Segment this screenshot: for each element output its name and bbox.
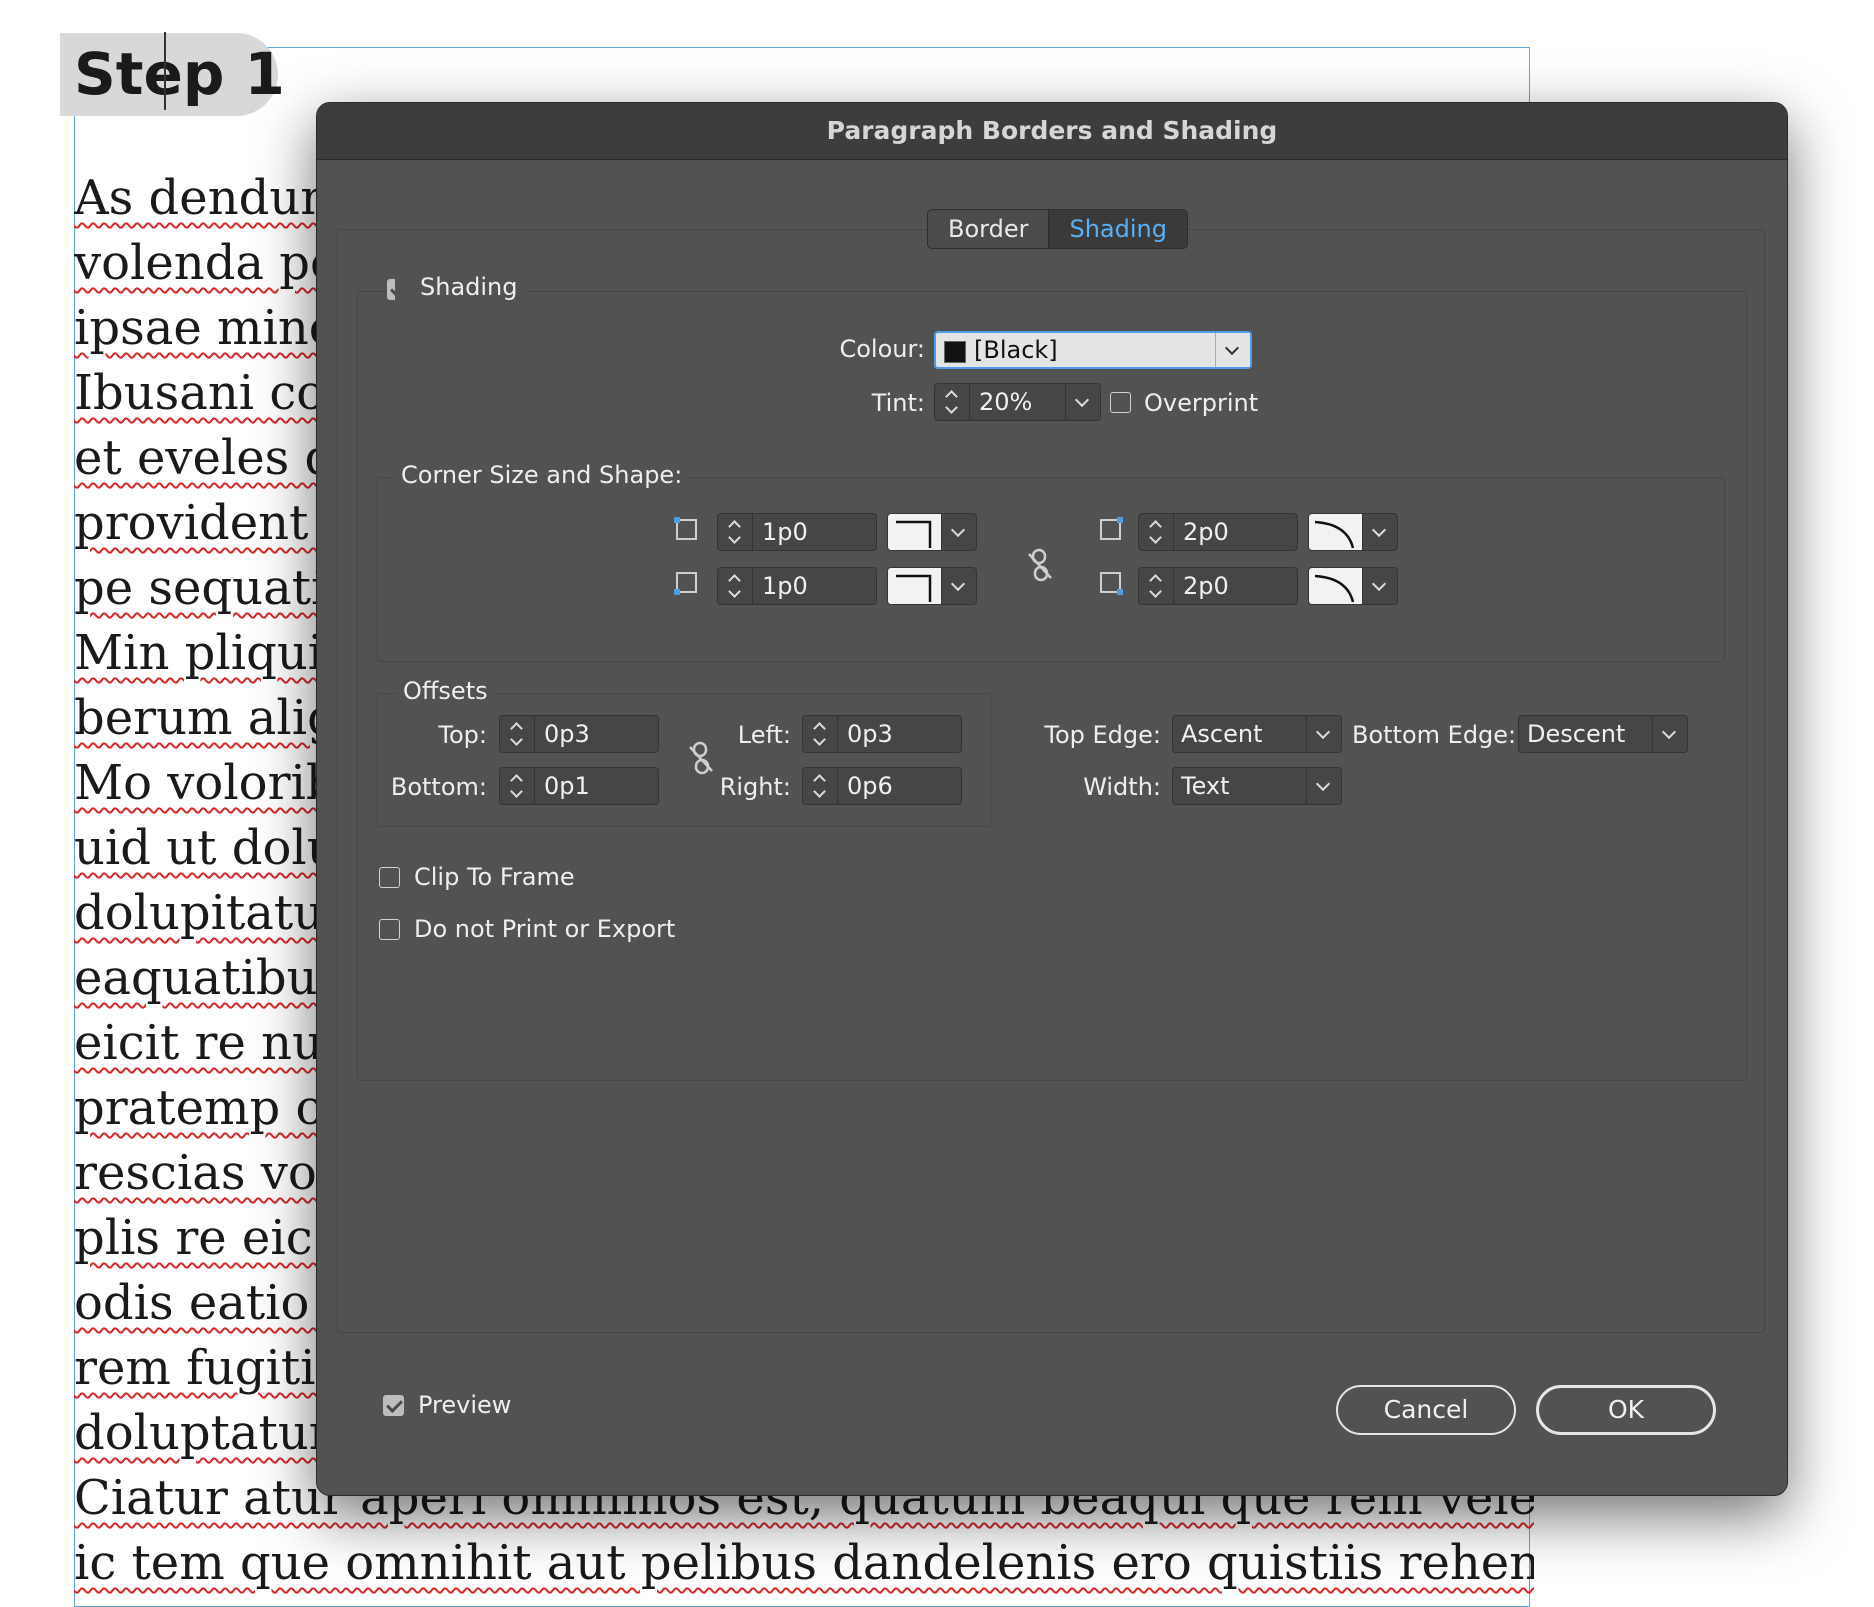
chevron-down-icon[interactable]: [1306, 768, 1341, 804]
stepper-arrows-icon[interactable]: [718, 568, 753, 604]
width-value: Text: [1181, 772, 1230, 800]
corner-shape-swatch: [888, 514, 942, 550]
stepper-arrows-icon[interactable]: [803, 768, 838, 804]
cancel-button[interactable]: Cancel: [1336, 1385, 1516, 1435]
bottom-left-corner-shape[interactable]: [887, 567, 977, 605]
corner-top-right-icon: [1100, 517, 1123, 540]
corner-bottom-right-icon: [1100, 572, 1123, 595]
chevron-down-icon[interactable]: [1065, 384, 1100, 420]
top-edge-value: Ascent: [1181, 720, 1263, 748]
offsets-group: [377, 693, 991, 827]
tint-stepper[interactable]: 20%: [934, 383, 1101, 421]
tint-value: 20%: [979, 388, 1033, 416]
offset-bottom-stepper[interactable]: 0p1: [499, 767, 659, 805]
offset-left-value: 0p3: [847, 720, 893, 748]
chevron-down-icon[interactable]: [1652, 716, 1687, 752]
preview-checkbox[interactable]: [383, 1395, 404, 1416]
top-edge-dropdown[interactable]: Ascent: [1172, 715, 1342, 753]
corner-section-label: Corner Size and Shape:: [395, 461, 689, 489]
corner-bottom-left-icon: [674, 572, 697, 595]
top-right-corner-shape[interactable]: [1308, 513, 1398, 551]
chevron-down-icon[interactable]: [1362, 514, 1397, 550]
body-text-line: ic tem que omnihit aut pelibus dandeleni…: [74, 1535, 1534, 1591]
top-edge-label: Top Edge:: [1044, 721, 1161, 749]
bottom-edge-dropdown[interactable]: Descent: [1518, 715, 1688, 753]
corner-shape-swatch: [888, 568, 942, 604]
ok-button[interactable]: OK: [1536, 1385, 1716, 1435]
corner-shape-swatch: [1309, 568, 1363, 604]
tab-border[interactable]: Border: [928, 210, 1048, 248]
width-dropdown[interactable]: Text: [1172, 767, 1342, 805]
colour-swatch: [944, 341, 966, 363]
stepper-arrows-icon[interactable]: [500, 716, 535, 752]
bottom-edge-value: Descent: [1527, 720, 1626, 748]
top-right-corner-value: 2p0: [1183, 518, 1229, 546]
width-label: Width:: [1083, 773, 1161, 801]
broken-link-icon[interactable]: [1025, 548, 1055, 582]
stepper-arrows-icon[interactable]: [935, 384, 970, 420]
chevron-down-icon[interactable]: [1306, 716, 1341, 752]
dialog-title: Paragraph Borders and Shading: [317, 103, 1787, 160]
do-not-print-label: Do not Print or Export: [414, 915, 676, 943]
rounded-corner-icon: [1314, 574, 1355, 603]
colour-value: [Black]: [974, 336, 1058, 364]
square-corner-icon: [896, 520, 932, 548]
shading-label: Shading: [395, 273, 526, 301]
overprint-label: Overprint: [1144, 389, 1259, 417]
offset-left-label: Left:: [737, 721, 791, 749]
offset-top-label: Top:: [438, 721, 487, 749]
top-left-corner-value: 1p0: [762, 518, 808, 546]
top-right-corner-size[interactable]: 2p0: [1138, 513, 1298, 551]
offset-right-value: 0p6: [847, 772, 893, 800]
offset-right-label: Right:: [719, 773, 791, 801]
chevron-down-icon[interactable]: [1362, 568, 1397, 604]
offset-right-stepper[interactable]: 0p6: [802, 767, 962, 805]
top-left-corner-shape[interactable]: [887, 513, 977, 551]
bottom-right-corner-value: 2p0: [1183, 572, 1229, 600]
preview-label: Preview: [418, 1391, 512, 1419]
square-corner-icon: [896, 574, 932, 602]
stepper-arrows-icon[interactable]: [718, 514, 753, 550]
corner-shape-swatch: [1309, 514, 1363, 550]
stepper-arrows-icon[interactable]: [803, 716, 838, 752]
offset-top-value: 0p3: [544, 720, 590, 748]
stepper-arrows-icon[interactable]: [500, 768, 535, 804]
bottom-left-corner-value: 1p0: [762, 572, 808, 600]
clip-to-frame-checkbox[interactable]: [379, 867, 400, 888]
stepper-arrows-icon[interactable]: [1139, 568, 1174, 604]
colour-dropdown[interactable]: [Black]: [934, 331, 1252, 369]
colour-label: Colour:: [839, 335, 925, 363]
rounded-corner-icon: [1314, 520, 1355, 549]
top-left-corner-size[interactable]: 1p0: [717, 513, 877, 551]
stepper-arrows-icon[interactable]: [1139, 514, 1174, 550]
offset-bottom-value: 0p1: [544, 772, 590, 800]
overprint-checkbox[interactable]: [1110, 392, 1131, 413]
chevron-down-icon[interactable]: [941, 514, 976, 550]
offset-top-stepper[interactable]: 0p3: [499, 715, 659, 753]
offsets-section-label: Offsets: [397, 677, 494, 705]
bottom-right-corner-size[interactable]: 2p0: [1138, 567, 1298, 605]
chevron-down-icon[interactable]: [1215, 333, 1250, 367]
tab-shading[interactable]: Shading: [1048, 210, 1187, 248]
tab-bar: Border Shading: [927, 209, 1188, 249]
step-heading: Step 1: [74, 40, 285, 108]
tint-label: Tint:: [871, 389, 925, 417]
bottom-left-corner-size[interactable]: 1p0: [717, 567, 877, 605]
chevron-down-icon[interactable]: [941, 568, 976, 604]
text-cursor: [164, 32, 166, 110]
paragraph-borders-shading-dialog: Paragraph Borders and Shading Border Sha…: [316, 102, 1788, 1496]
bottom-right-corner-shape[interactable]: [1308, 567, 1398, 605]
corner-top-left-icon: [674, 517, 697, 540]
bottom-edge-label: Bottom Edge:: [1352, 721, 1517, 749]
do-not-print-checkbox[interactable]: [379, 919, 400, 940]
clip-to-frame-label: Clip To Frame: [414, 863, 575, 891]
offset-bottom-label: Bottom:: [390, 773, 487, 801]
offset-left-stepper[interactable]: 0p3: [802, 715, 962, 753]
